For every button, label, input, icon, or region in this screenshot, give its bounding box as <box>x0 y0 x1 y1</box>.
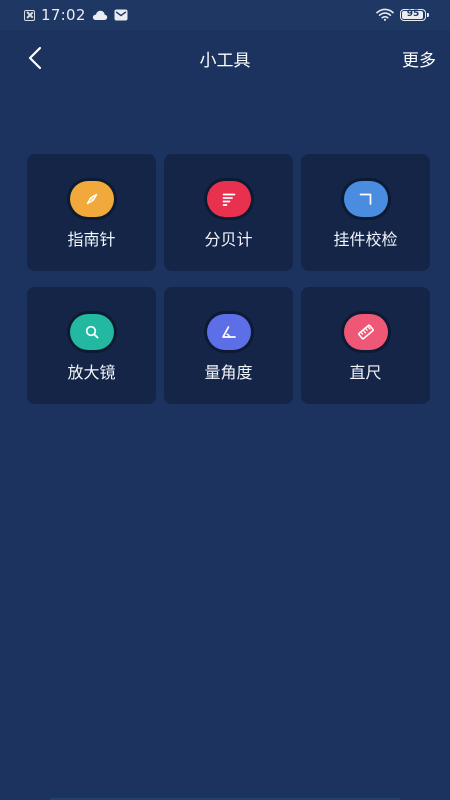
tool-protractor[interactable]: 量角度 <box>164 287 293 404</box>
tool-label: 分贝计 <box>204 230 253 249</box>
tool-label: 放大镜 <box>67 363 116 382</box>
ruler-icon <box>357 324 374 340</box>
tool-magnifier[interactable]: 放大镜 <box>27 287 156 404</box>
status-bar: 17:02 95 <box>0 0 450 30</box>
tool-icon-badge <box>343 181 388 217</box>
tool-label: 挂件校检 <box>333 230 398 249</box>
message-icon <box>114 9 128 21</box>
magnifier-icon <box>85 325 98 339</box>
cloud-icon <box>92 10 107 20</box>
tool-label: 直尺 <box>349 363 382 382</box>
tool-icon-badge <box>343 314 388 350</box>
app-header: 小工具 更多 <box>0 30 450 86</box>
battery-percent: 95 <box>406 9 420 19</box>
wifi-icon <box>376 8 394 21</box>
tools-grid: 指南针 分贝计 挂件校检 放大镜 量角度 直尺 <box>27 154 430 404</box>
tool-icon-badge <box>69 181 114 217</box>
tool-corner-level[interactable]: 挂件校检 <box>301 154 430 271</box>
tool-ruler[interactable]: 直尺 <box>301 287 430 404</box>
page-title: 小工具 <box>199 51 251 71</box>
protractor-icon <box>221 326 236 338</box>
tool-icon-badge <box>69 314 114 350</box>
compass-icon <box>86 193 97 205</box>
decibel-icon <box>222 193 235 206</box>
tool-label: 量角度 <box>204 363 253 382</box>
tool-decibel-meter[interactable]: 分贝计 <box>164 154 293 271</box>
notification-close-icon <box>24 9 35 21</box>
status-left: 17:02 <box>24 6 128 24</box>
more-button[interactable]: 更多 <box>402 46 436 71</box>
corner-level-icon <box>359 193 371 205</box>
tool-compass[interactable]: 指南针 <box>27 154 156 271</box>
tool-label: 指南针 <box>67 230 116 249</box>
battery-icon: 95 <box>400 8 429 21</box>
status-time: 17:02 <box>41 6 86 24</box>
status-right: 95 <box>376 8 429 21</box>
tool-icon-badge <box>206 314 251 350</box>
tool-icon-badge <box>206 181 251 217</box>
